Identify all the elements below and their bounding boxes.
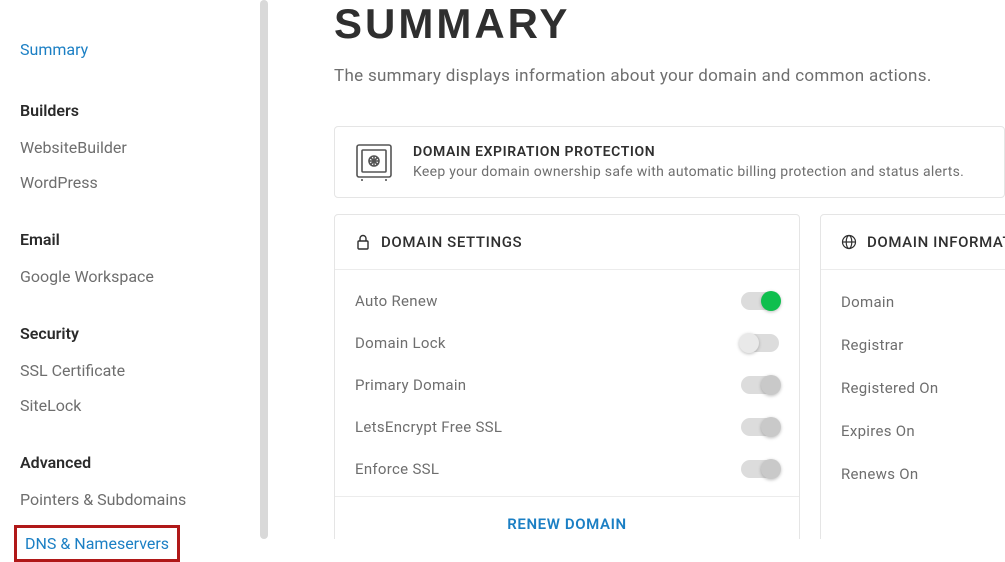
highlight-annotation: DNS & Nameservers bbox=[14, 525, 180, 562]
sidebar-item-google-workspace[interactable]: Google Workspace bbox=[20, 259, 268, 294]
info-registrar: Registrar bbox=[841, 323, 1005, 366]
sidebar-item-wordpress[interactable]: WordPress bbox=[20, 165, 268, 200]
setting-label: Primary Domain bbox=[355, 376, 466, 394]
setting-label: LetsEncrypt Free SSL bbox=[355, 418, 502, 436]
sidebar-item-pointers-subdomains[interactable]: Pointers & Subdomains bbox=[20, 482, 268, 517]
safe-icon bbox=[353, 141, 395, 183]
sidebar-heading-security: Security bbox=[20, 324, 268, 343]
toggle-primary-domain[interactable] bbox=[741, 376, 779, 394]
info-body: Domain Registrar Registered On Expires O… bbox=[821, 270, 1005, 501]
sidebar: Summary Builders WebsiteBuilder WordPres… bbox=[0, 0, 268, 539]
banner-title: DOMAIN EXPIRATION PROTECTION bbox=[413, 144, 964, 160]
info-domain: Domain bbox=[841, 280, 1005, 323]
lock-icon bbox=[355, 234, 371, 250]
main-content: SUMMARY The summary displays information… bbox=[268, 0, 1005, 539]
sidebar-section-advanced: Advanced Pointers & Subdomains DNS & Nam… bbox=[20, 453, 268, 562]
toggle-auto-renew[interactable] bbox=[741, 292, 779, 310]
domain-settings-card: DOMAIN SETTINGS Auto Renew Domain Lock P… bbox=[334, 214, 800, 539]
page-title: SUMMARY bbox=[334, 0, 1005, 48]
renew-domain-button[interactable]: RENEW DOMAIN bbox=[335, 496, 799, 539]
card-title-info: DOMAIN INFORMATIC bbox=[867, 233, 1005, 251]
card-title-settings: DOMAIN SETTINGS bbox=[381, 233, 522, 251]
setting-domain-lock: Domain Lock bbox=[355, 322, 779, 364]
setting-letsencrypt: LetsEncrypt Free SSL bbox=[355, 406, 779, 448]
setting-auto-renew: Auto Renew bbox=[355, 280, 779, 322]
toggle-domain-lock[interactable] bbox=[741, 334, 779, 352]
settings-body: Auto Renew Domain Lock Primary Domain Le… bbox=[335, 270, 799, 496]
info-registered-on: Registered On bbox=[841, 366, 1005, 409]
sidebar-item-ssl-certificate[interactable]: SSL Certificate bbox=[20, 353, 268, 388]
sidebar-heading-builders: Builders bbox=[20, 101, 268, 120]
card-header-info: DOMAIN INFORMATIC bbox=[821, 215, 1005, 270]
sidebar-item-dns-nameservers[interactable]: DNS & Nameservers bbox=[17, 528, 177, 559]
sidebar-section-security: Security SSL Certificate SiteLock bbox=[20, 324, 268, 423]
sidebar-item-websitebuilder[interactable]: WebsiteBuilder bbox=[20, 130, 268, 165]
card-header-settings: DOMAIN SETTINGS bbox=[335, 215, 799, 270]
info-renews-on: Renews On bbox=[841, 452, 1005, 495]
info-expires-on: Expires On bbox=[841, 409, 1005, 452]
setting-enforce-ssl: Enforce SSL bbox=[355, 448, 779, 490]
sidebar-section-email: Email Google Workspace bbox=[20, 230, 268, 294]
toggle-enforce-ssl[interactable] bbox=[741, 460, 779, 478]
setting-primary-domain: Primary Domain bbox=[355, 364, 779, 406]
sidebar-heading-advanced: Advanced bbox=[20, 453, 268, 472]
setting-label: Domain Lock bbox=[355, 334, 446, 352]
sidebar-item-sitelock[interactable]: SiteLock bbox=[20, 388, 268, 423]
cards-row: DOMAIN SETTINGS Auto Renew Domain Lock P… bbox=[334, 214, 1005, 539]
setting-label: Enforce SSL bbox=[355, 460, 439, 478]
domain-information-card: DOMAIN INFORMATIC Domain Registrar Regis… bbox=[820, 214, 1005, 539]
banner-text: Keep your domain ownership safe with aut… bbox=[413, 164, 964, 180]
banner-content: DOMAIN EXPIRATION PROTECTION Keep your d… bbox=[413, 144, 964, 180]
sidebar-section-builders: Builders WebsiteBuilder WordPress bbox=[20, 101, 268, 200]
expiration-protection-banner: DOMAIN EXPIRATION PROTECTION Keep your d… bbox=[334, 126, 1005, 198]
sidebar-heading-email: Email bbox=[20, 230, 268, 249]
page-subtitle: The summary displays information about y… bbox=[334, 66, 1005, 86]
globe-icon bbox=[841, 234, 857, 250]
setting-label: Auto Renew bbox=[355, 292, 438, 310]
toggle-letsencrypt[interactable] bbox=[741, 418, 779, 436]
sidebar-item-summary[interactable]: Summary bbox=[20, 20, 268, 71]
